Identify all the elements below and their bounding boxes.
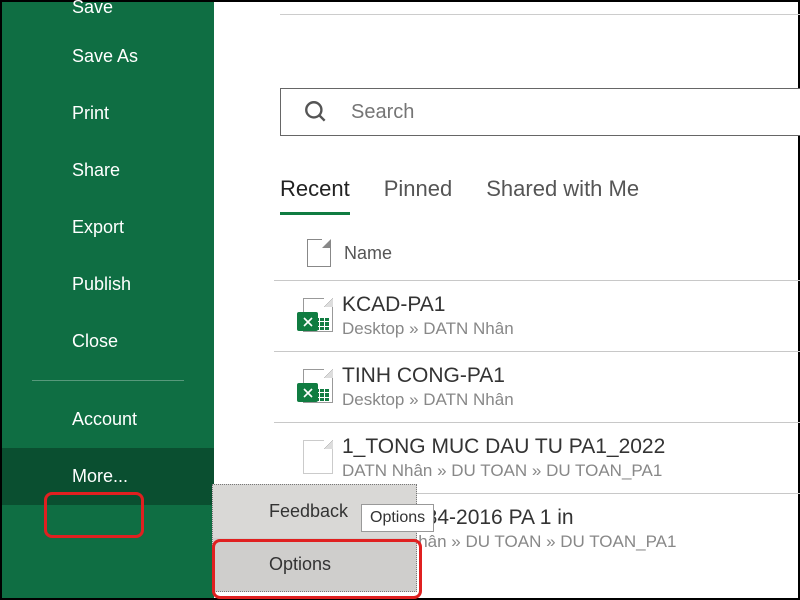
file-path: Desktop » DATN Nhân xyxy=(342,319,794,339)
file-path: DATN Nhân » DU TOAN » DU TOAN_PA1 xyxy=(342,461,794,481)
more-submenu: Feedback Options xyxy=(212,484,417,592)
search-icon xyxy=(281,99,351,125)
search-input[interactable] xyxy=(351,101,800,124)
tooltip-options: Options xyxy=(361,504,434,532)
file-name: KCAD-PA1 xyxy=(342,293,794,317)
excel-file-icon xyxy=(288,298,342,334)
backstage-sidebar: Save Save As Print Share Export Publish … xyxy=(2,2,214,598)
tab-label: Recent xyxy=(280,176,350,201)
file-text: KCAD-PA1 Desktop » DATN Nhân xyxy=(342,293,794,339)
tab-recent[interactable]: Recent xyxy=(280,176,350,215)
document-icon xyxy=(294,239,344,267)
file-path: Desktop » DATN Nhân xyxy=(342,390,794,410)
submenu-item-options[interactable]: Options xyxy=(213,538,416,591)
sidebar-divider xyxy=(32,380,184,381)
sidebar-item-more[interactable]: More... xyxy=(2,448,214,505)
sidebar-item-account[interactable]: Account xyxy=(2,391,214,448)
submenu-label: Feedback xyxy=(269,501,348,521)
tooltip-text: Options xyxy=(370,509,425,526)
file-tabs: Recent Pinned Shared with Me xyxy=(280,176,639,215)
file-row[interactable]: KCAD-PA1 Desktop » DATN Nhân xyxy=(274,280,800,351)
sidebar-label: Close xyxy=(72,331,118,351)
sidebar-item-share[interactable]: Share xyxy=(2,142,214,199)
sidebar-label: Export xyxy=(72,217,124,237)
sidebar-item-export[interactable]: Export xyxy=(2,199,214,256)
excel-file-icon xyxy=(288,440,342,476)
search-box[interactable] xyxy=(280,88,800,136)
file-row[interactable]: TINH CONG-PA1 Desktop » DATN Nhân xyxy=(274,351,800,422)
submenu-label: Options xyxy=(269,554,331,574)
sidebar-label: Account xyxy=(72,409,137,429)
sidebar-item-close[interactable]: Close xyxy=(2,313,214,370)
sidebar-item-saveas[interactable]: Save As xyxy=(2,28,214,85)
file-name: 1_TONG MUC DAU TU PA1_2022 xyxy=(342,435,794,459)
sidebar-label: Publish xyxy=(72,274,131,294)
file-text: 1_TONG MUC DAU TU PA1_2022 DATN Nhân » D… xyxy=(342,435,794,481)
divider xyxy=(280,14,800,15)
file-name: TINH CONG-PA1 xyxy=(342,364,794,388)
tab-label: Pinned xyxy=(384,176,453,201)
sidebar-label: Share xyxy=(72,160,120,180)
sidebar-label: Save xyxy=(72,0,113,17)
sidebar-item-print[interactable]: Print xyxy=(2,85,214,142)
sidebar-label: Print xyxy=(72,103,109,123)
file-text: TINH CONG-PA1 Desktop » DATN Nhân xyxy=(342,364,794,410)
sidebar-item-publish[interactable]: Publish xyxy=(2,256,214,313)
column-name: Name xyxy=(344,243,392,264)
tab-pinned[interactable]: Pinned xyxy=(384,176,453,215)
column-headers: Name xyxy=(294,239,798,267)
sidebar-item-save[interactable]: Save xyxy=(2,0,214,28)
divider xyxy=(280,215,800,216)
tab-label: Shared with Me xyxy=(486,176,639,201)
sidebar-label: More... xyxy=(72,466,128,486)
file-row[interactable]: 1_TONG MUC DAU TU PA1_2022 DATN Nhân » D… xyxy=(274,422,800,493)
sidebar-label: Save As xyxy=(72,46,138,66)
tab-shared[interactable]: Shared with Me xyxy=(486,176,639,215)
excel-file-icon xyxy=(288,369,342,405)
